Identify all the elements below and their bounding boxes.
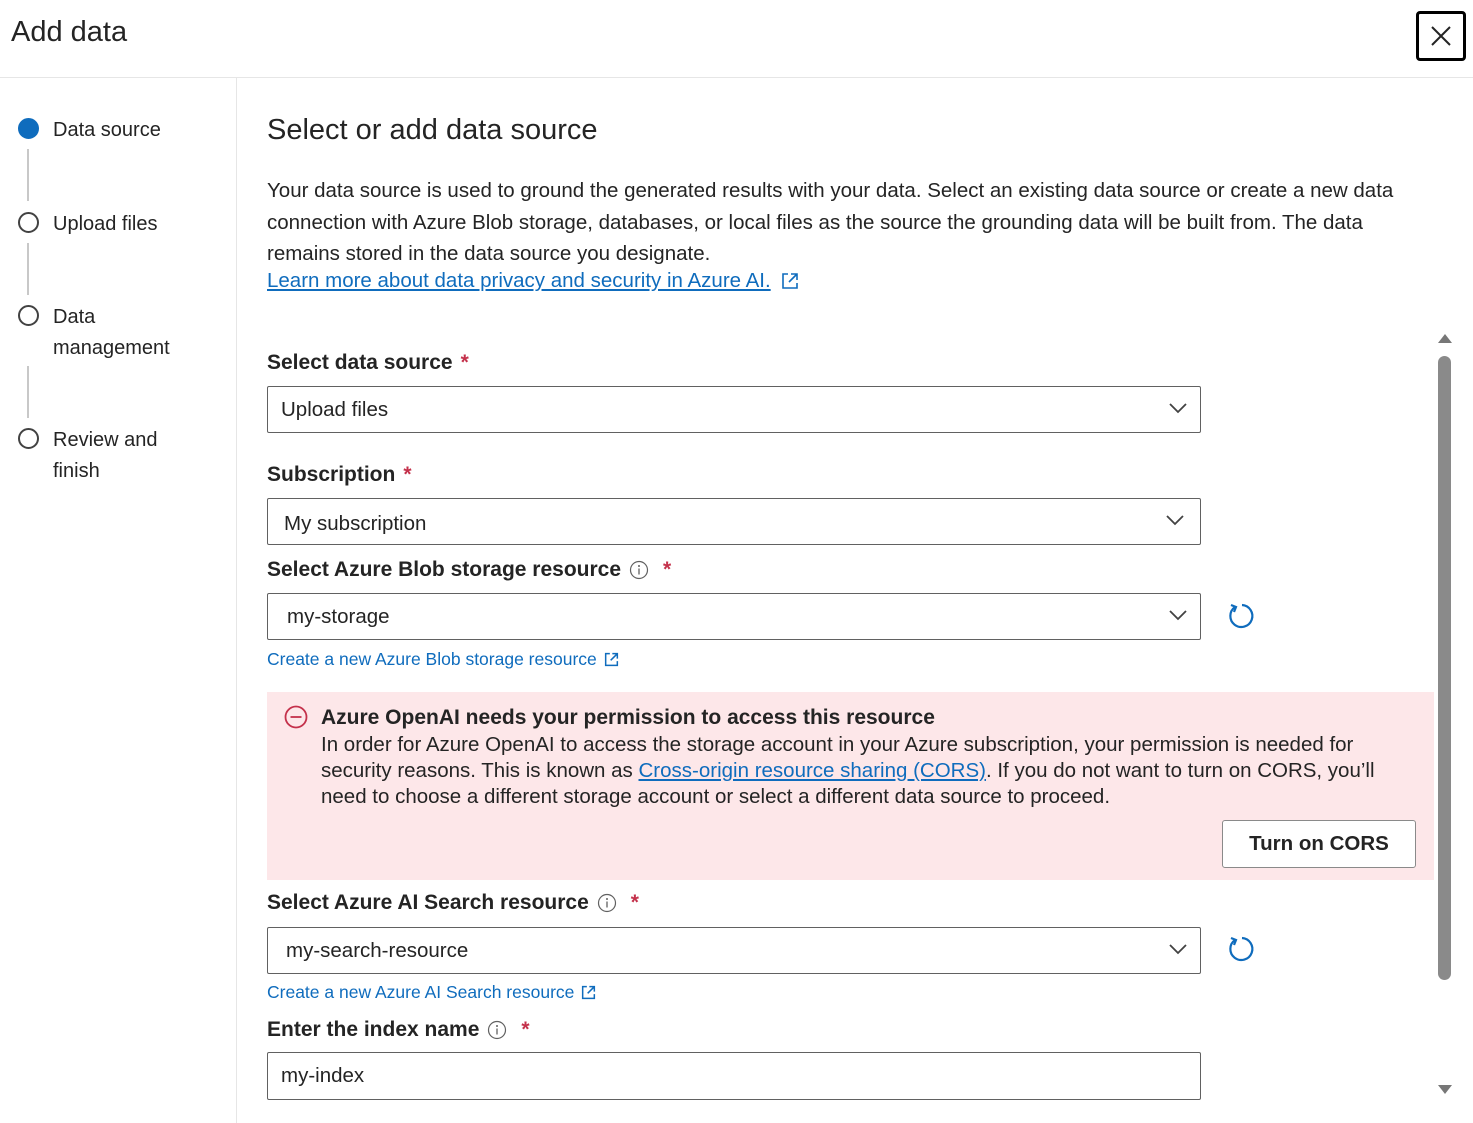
step-active-indicator xyxy=(18,118,39,139)
index-name-label-text: Enter the index name xyxy=(267,1018,480,1041)
step-connector xyxy=(27,366,29,418)
data-source-dropdown[interactable]: Upload files xyxy=(267,386,1201,433)
step-label: Review and finish xyxy=(53,429,158,482)
scroll-up-arrow[interactable] xyxy=(1438,334,1452,343)
blob-storage-label: Select Azure Blob storage resource * xyxy=(267,558,671,582)
cors-error-alert: Azure OpenAI needs your permission to ac… xyxy=(267,692,1434,880)
scrollbar[interactable] xyxy=(1436,326,1454,1102)
scroll-thumb[interactable] xyxy=(1438,356,1451,980)
search-resource-label: Select Azure AI Search resource * xyxy=(267,891,639,915)
chevron-down-icon xyxy=(1169,403,1187,414)
step-indicator xyxy=(18,305,39,326)
chevron-down-icon xyxy=(1169,610,1187,621)
step-label: Data source xyxy=(53,119,161,141)
chevron-down-icon xyxy=(1166,515,1184,526)
cors-link[interactable]: Cross-origin resource sharing (CORS) xyxy=(639,759,986,782)
step-indicator xyxy=(18,428,39,449)
section-title: Select or add data source xyxy=(267,114,598,146)
blob-storage-label-text: Select Azure Blob storage resource xyxy=(267,558,622,581)
index-name-input[interactable] xyxy=(267,1052,1201,1100)
required-marker: * xyxy=(403,463,412,486)
create-blob-storage-link-text: Create a new Azure Blob storage resource xyxy=(267,649,597,669)
data-source-value: Upload files xyxy=(281,398,389,421)
subscription-label-text: Subscription xyxy=(267,463,396,486)
dialog-title: Add data xyxy=(11,16,128,48)
data-source-label-text: Select data source xyxy=(267,351,453,374)
required-marker: * xyxy=(521,1018,530,1041)
subscription-label: Subscription * xyxy=(267,463,412,487)
blob-storage-value: my-storage xyxy=(287,605,390,628)
close-icon xyxy=(1431,26,1451,46)
index-name-label: Enter the index name * xyxy=(267,1018,530,1042)
search-resource-dropdown[interactable]: my-search-resource xyxy=(267,927,1201,974)
external-link-icon xyxy=(604,652,618,667)
section-description: Your data source is used to ground the g… xyxy=(267,179,1394,265)
required-marker: * xyxy=(630,891,639,914)
learn-more-link-text: Learn more about data privacy and securi… xyxy=(267,269,771,292)
step-connector xyxy=(27,243,29,295)
dialog-header: Add data xyxy=(0,0,1473,78)
external-link-icon xyxy=(582,985,596,1000)
info-icon[interactable] xyxy=(487,1020,507,1040)
steps-sidebar: Data source Upload files Data management… xyxy=(0,78,237,1123)
search-resource-value: my-search-resource xyxy=(286,939,469,962)
step-label: Upload files xyxy=(53,213,158,235)
alert-title: Azure OpenAI needs your permission to ac… xyxy=(321,706,935,729)
info-icon[interactable] xyxy=(629,560,649,580)
search-resource-label-text: Select Azure AI Search resource xyxy=(267,891,589,914)
create-blob-storage-link[interactable]: Create a new Azure Blob storage resource xyxy=(267,649,619,670)
subscription-value: My subscription xyxy=(284,512,427,535)
refresh-icon[interactable] xyxy=(1227,934,1257,964)
subscription-dropdown[interactable]: My subscription xyxy=(267,498,1201,545)
create-search-resource-link-text: Create a new Azure AI Search resource xyxy=(267,982,575,1002)
required-marker: * xyxy=(460,351,469,374)
turn-on-cors-button[interactable]: Turn on CORS xyxy=(1222,820,1416,868)
step-indicator xyxy=(18,212,39,233)
blob-storage-dropdown[interactable]: my-storage xyxy=(267,593,1201,640)
scroll-down-arrow[interactable] xyxy=(1438,1085,1452,1094)
create-search-resource-link[interactable]: Create a new Azure AI Search resource xyxy=(267,982,596,1003)
chevron-down-icon xyxy=(1169,944,1187,955)
alert-body: In order for Azure OpenAI to access the … xyxy=(321,732,1411,810)
learn-more-link[interactable]: Learn more about data privacy and securi… xyxy=(267,269,799,293)
close-button[interactable] xyxy=(1416,11,1466,61)
info-icon[interactable] xyxy=(597,893,617,913)
step-label: Data management xyxy=(53,306,170,359)
external-link-icon xyxy=(781,273,798,289)
refresh-icon[interactable] xyxy=(1227,601,1257,631)
required-marker: * xyxy=(663,558,672,581)
data-source-label: Select data source * xyxy=(267,351,469,375)
step-connector xyxy=(27,149,29,201)
error-circle-icon xyxy=(284,705,308,729)
